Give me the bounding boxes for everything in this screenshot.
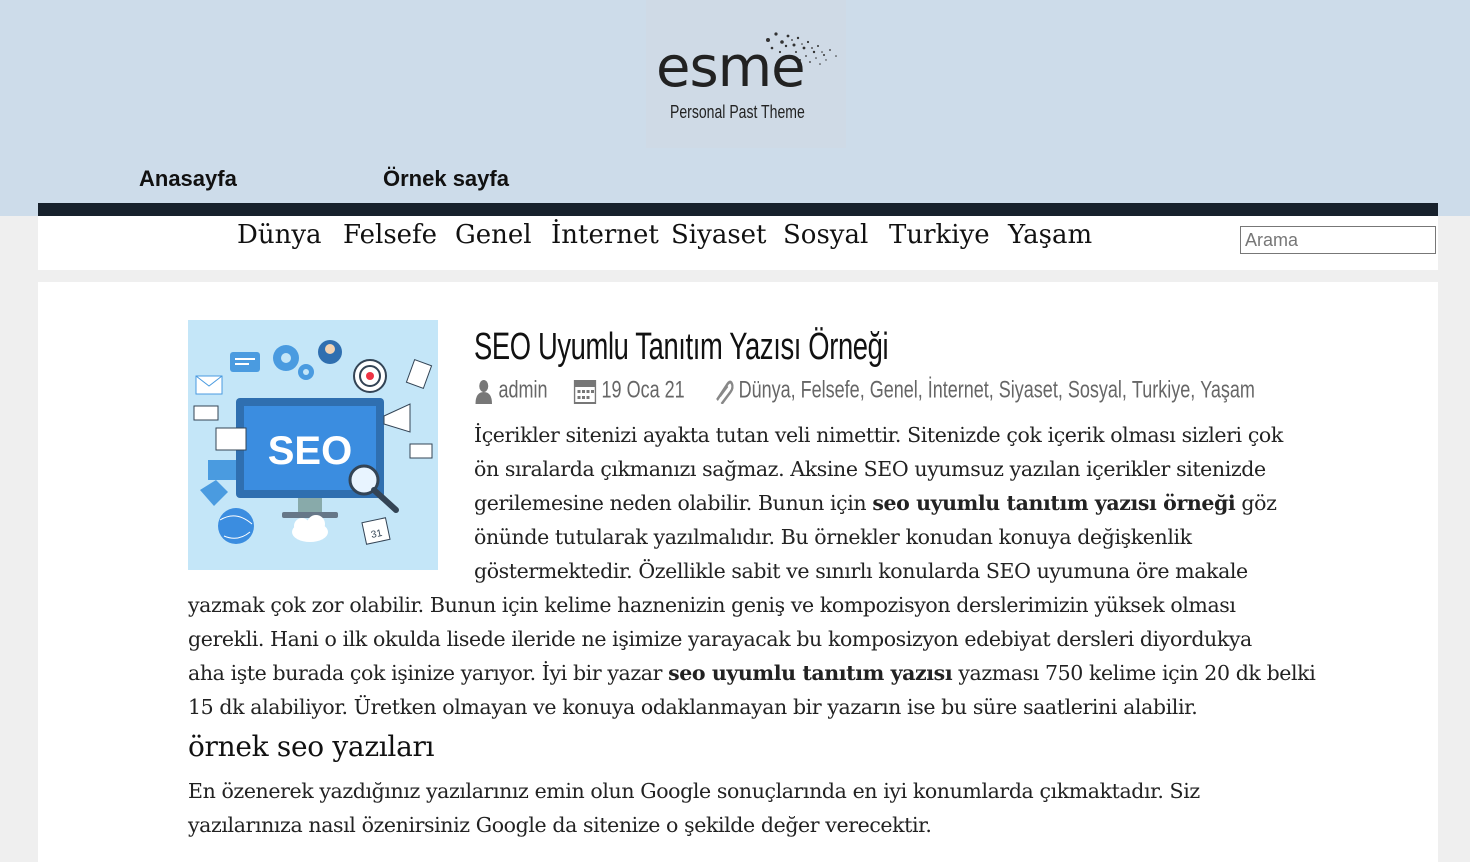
post-text-line: aha işte burada çok işinize yarıyor. İyi… <box>188 656 1316 690</box>
post-date: 19 Oca 21 <box>601 376 685 404</box>
post-text-segment: göz <box>1235 491 1277 515</box>
logo-name: esme <box>656 35 806 100</box>
post-text-line: önünde tutularak yazılmalıdır. Bu örnekl… <box>474 525 1192 549</box>
post-category-internet[interactable]: İnternet <box>928 377 989 404</box>
user-icon <box>475 379 492 404</box>
post-article: SEO 31 SEO Uyumlu Tanıtım Yazısı Örneği <box>38 282 1438 862</box>
post-category-siyaset[interactable]: Siyaset <box>999 377 1058 404</box>
post-text-line: göstermektedir. Özellikle sabit ve sınır… <box>474 559 1248 583</box>
post-text-line: gerilemesine neden olabilir. Bunun için … <box>474 486 1277 520</box>
post-keyword-bold: seo uyumlu tanıtım yazısı <box>668 661 953 685</box>
nav-link-ornek-sayfa[interactable]: Örnek sayfa <box>383 166 509 192</box>
category-link-internet[interactable]: İnternet <box>551 220 659 250</box>
post-category-sosyal[interactable]: Sosyal <box>1068 377 1122 404</box>
category-navigation: Dünya Felsefe Genel İnternet Siyaset Sos… <box>38 216 1438 270</box>
post-text-line: yazılarınıza nasıl özenirsiniz Google da… <box>188 813 932 837</box>
seo-illustration: SEO 31 <box>188 320 438 570</box>
category-link-turkiye[interactable]: Turkiye <box>889 220 990 250</box>
post-subheading: örnek seo yazıları <box>188 730 435 763</box>
post-category-felsefe[interactable]: Felsefe <box>801 377 860 404</box>
post-meta: admin 19 Oca 21 Dünya, Felsefe, Genel, İ… <box>474 376 1255 406</box>
post-category-genel[interactable]: Genel <box>870 377 918 404</box>
post-keyword-bold: seo uyumlu tanıtım yazısı örneği <box>872 491 1236 515</box>
post-text-segment: gerilemesine neden olabilir. Bunun için <box>474 491 873 515</box>
calendar-icon <box>574 379 597 404</box>
post-text-segment: yazması 750 kelime için 20 dk belki <box>952 661 1316 685</box>
logo-tagline: Personal Past Theme <box>670 102 805 122</box>
paperclip-icon <box>716 380 734 405</box>
post-title[interactable]: SEO Uyumlu Tanıtım Yazısı Örneği <box>474 326 889 369</box>
category-link-sosyal[interactable]: Sosyal <box>783 220 868 250</box>
site-logo[interactable]: esme Personal Past Theme <box>646 0 846 148</box>
category-link-siyaset[interactable]: Siyaset <box>671 220 767 250</box>
category-link-dunya[interactable]: Dünya <box>237 220 322 250</box>
post-category-turkiye[interactable]: Turkiye <box>1132 377 1190 404</box>
nav-divider-bar <box>38 203 1438 216</box>
post-author[interactable]: admin <box>499 377 548 404</box>
post-thumbnail[interactable]: SEO 31 <box>188 320 438 570</box>
category-link-felsefe[interactable]: Felsefe <box>343 220 437 250</box>
post-text-line: İçerikler sitenizi ayakta tutan veli nim… <box>474 423 1283 447</box>
post-category-yasam[interactable]: Yaşam <box>1200 377 1255 404</box>
search-input[interactable] <box>1240 226 1436 254</box>
thumbnail-seo-text: SEO <box>268 429 352 473</box>
post-text-line: yazmak çok zor olabilir. Bunun için keli… <box>188 593 1236 617</box>
post-text-segment: aha işte burada çok işinize yarıyor. İyi… <box>188 661 669 685</box>
post-text-line: 15 dk alabiliyor. Üretken olmayan ve kon… <box>188 695 1198 719</box>
nav-link-anasayfa[interactable]: Anasayfa <box>139 166 237 192</box>
post-text-line: En özenerek yazdığınız yazılarınız emin … <box>188 779 1200 803</box>
post-category-dunya[interactable]: Dünya <box>739 377 791 404</box>
post-text-line: ön sıralarda çıkmanızı sağmaz. Aksine SE… <box>474 457 1266 481</box>
category-link-yasam[interactable]: Yaşam <box>1008 220 1092 250</box>
category-link-genel[interactable]: Genel <box>455 220 532 250</box>
post-text-line: gerekli. Hani o ilk okulda lisede ilerid… <box>188 627 1252 651</box>
